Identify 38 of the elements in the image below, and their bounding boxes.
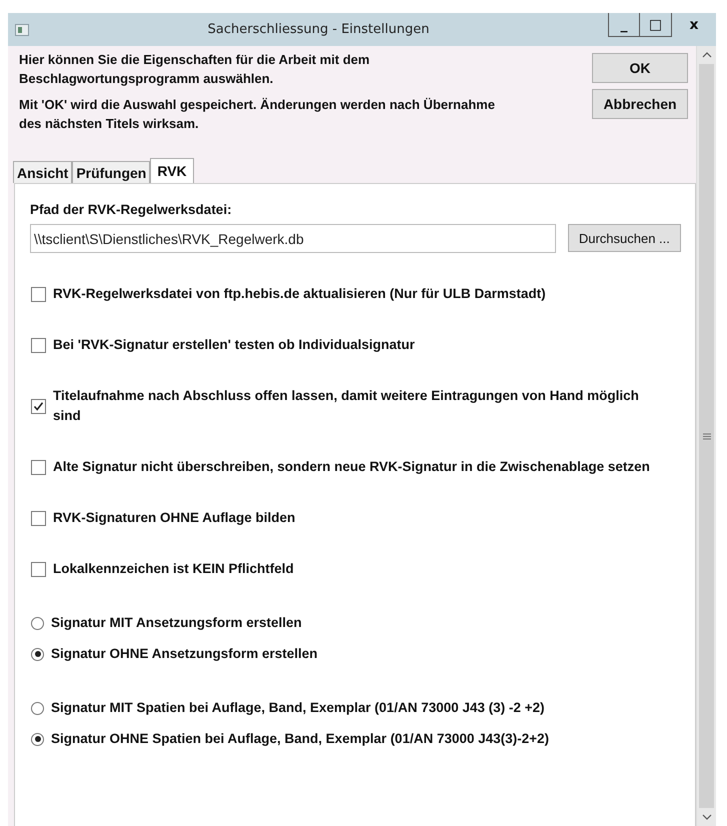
tab[interactable]: RVK — [150, 158, 194, 183]
intro-text: Hier können Sie die Eigenschaften für die Arbeit mit dem Beschlagwortungsprogramm auswählen. — [19, 51, 371, 88]
scroll-up-icon[interactable] — [702, 51, 712, 59]
checkbox-label: Alte Signatur nicht überschreiben, sondern neue RVK-Signatur in die Zwischenablage setzen — [53, 458, 650, 476]
radio-label: Signatur OHNE Ansetzungsform erstellen — [51, 645, 318, 663]
app-icon — [15, 24, 29, 36]
ok-button[interactable]: OK — [592, 53, 688, 83]
checkbox-label: Lokalkennzeichen ist KEIN Pflichtfeld — [53, 560, 294, 578]
checkbox[interactable] — [31, 338, 46, 352]
minimize-button[interactable]: _ — [608, 13, 640, 37]
checkbox-label: Bei 'RVK-Signatur erstellen' testen ob Individualsignatur — [53, 336, 415, 354]
checkbox-label: Titelaufnahme nach Abschluss offen lassen, damit weitere Eintragungen von Hand möglich sind — [53, 387, 640, 425]
radio-label: Signatur MIT Ansetzungsform erstellen — [51, 614, 302, 632]
radio-label: Signatur MIT Spatien bei Auflage, Band, Exemplar (01/AN 73000 J43 (3) -2 +2) — [51, 699, 545, 717]
checkbox[interactable] — [31, 562, 46, 576]
browse-button[interactable]: Durchsuchen ... — [568, 224, 681, 252]
cancel-button[interactable]: Abbrechen — [592, 89, 688, 119]
tab[interactable]: Ansicht — [13, 161, 72, 183]
checkbox-label: RVK-Regelwerksdatei von ftp.hebis.de aktualisieren (Nur für ULB Darmstadt) — [53, 285, 546, 303]
scroll-down-icon[interactable] — [702, 813, 712, 821]
tab[interactable]: Prüfungen — [72, 161, 150, 183]
radio-button[interactable] — [31, 732, 44, 746]
intro-text: Mit 'OK' wird die Auswahl gespeichert. Änderungen werden nach Übernahme des nächsten Titels wirksam. — [19, 96, 496, 133]
window-title: Sacherschliessung - Einstellungen — [206, 22, 430, 37]
checkbox[interactable] — [31, 510, 46, 526]
checkbox[interactable] — [31, 286, 46, 302]
radio-button[interactable] — [31, 648, 44, 660]
radio-button[interactable] — [31, 616, 44, 630]
path-field[interactable]: \\tsclient\S\Dienstliches\RVK_Regelwerk.db — [30, 224, 556, 253]
checkbox[interactable] — [31, 398, 46, 414]
grip-icon — [702, 432, 710, 440]
radio-label: Signatur OHNE Spatien bei Auflage, Band, Exemplar (01/AN 73000 J43(3)-2+2) — [51, 730, 550, 748]
checkbox-label: RVK-Signaturen OHNE Auflage bilden — [53, 509, 296, 527]
checkbox[interactable] — [31, 460, 46, 474]
path-label: Pfad der RVK-Regelwerksdatei: — [30, 202, 233, 217]
maximize-button[interactable]: □ — [640, 13, 672, 37]
radio-button[interactable] — [31, 702, 44, 714]
scrollbar[interactable] — [696, 46, 716, 826]
